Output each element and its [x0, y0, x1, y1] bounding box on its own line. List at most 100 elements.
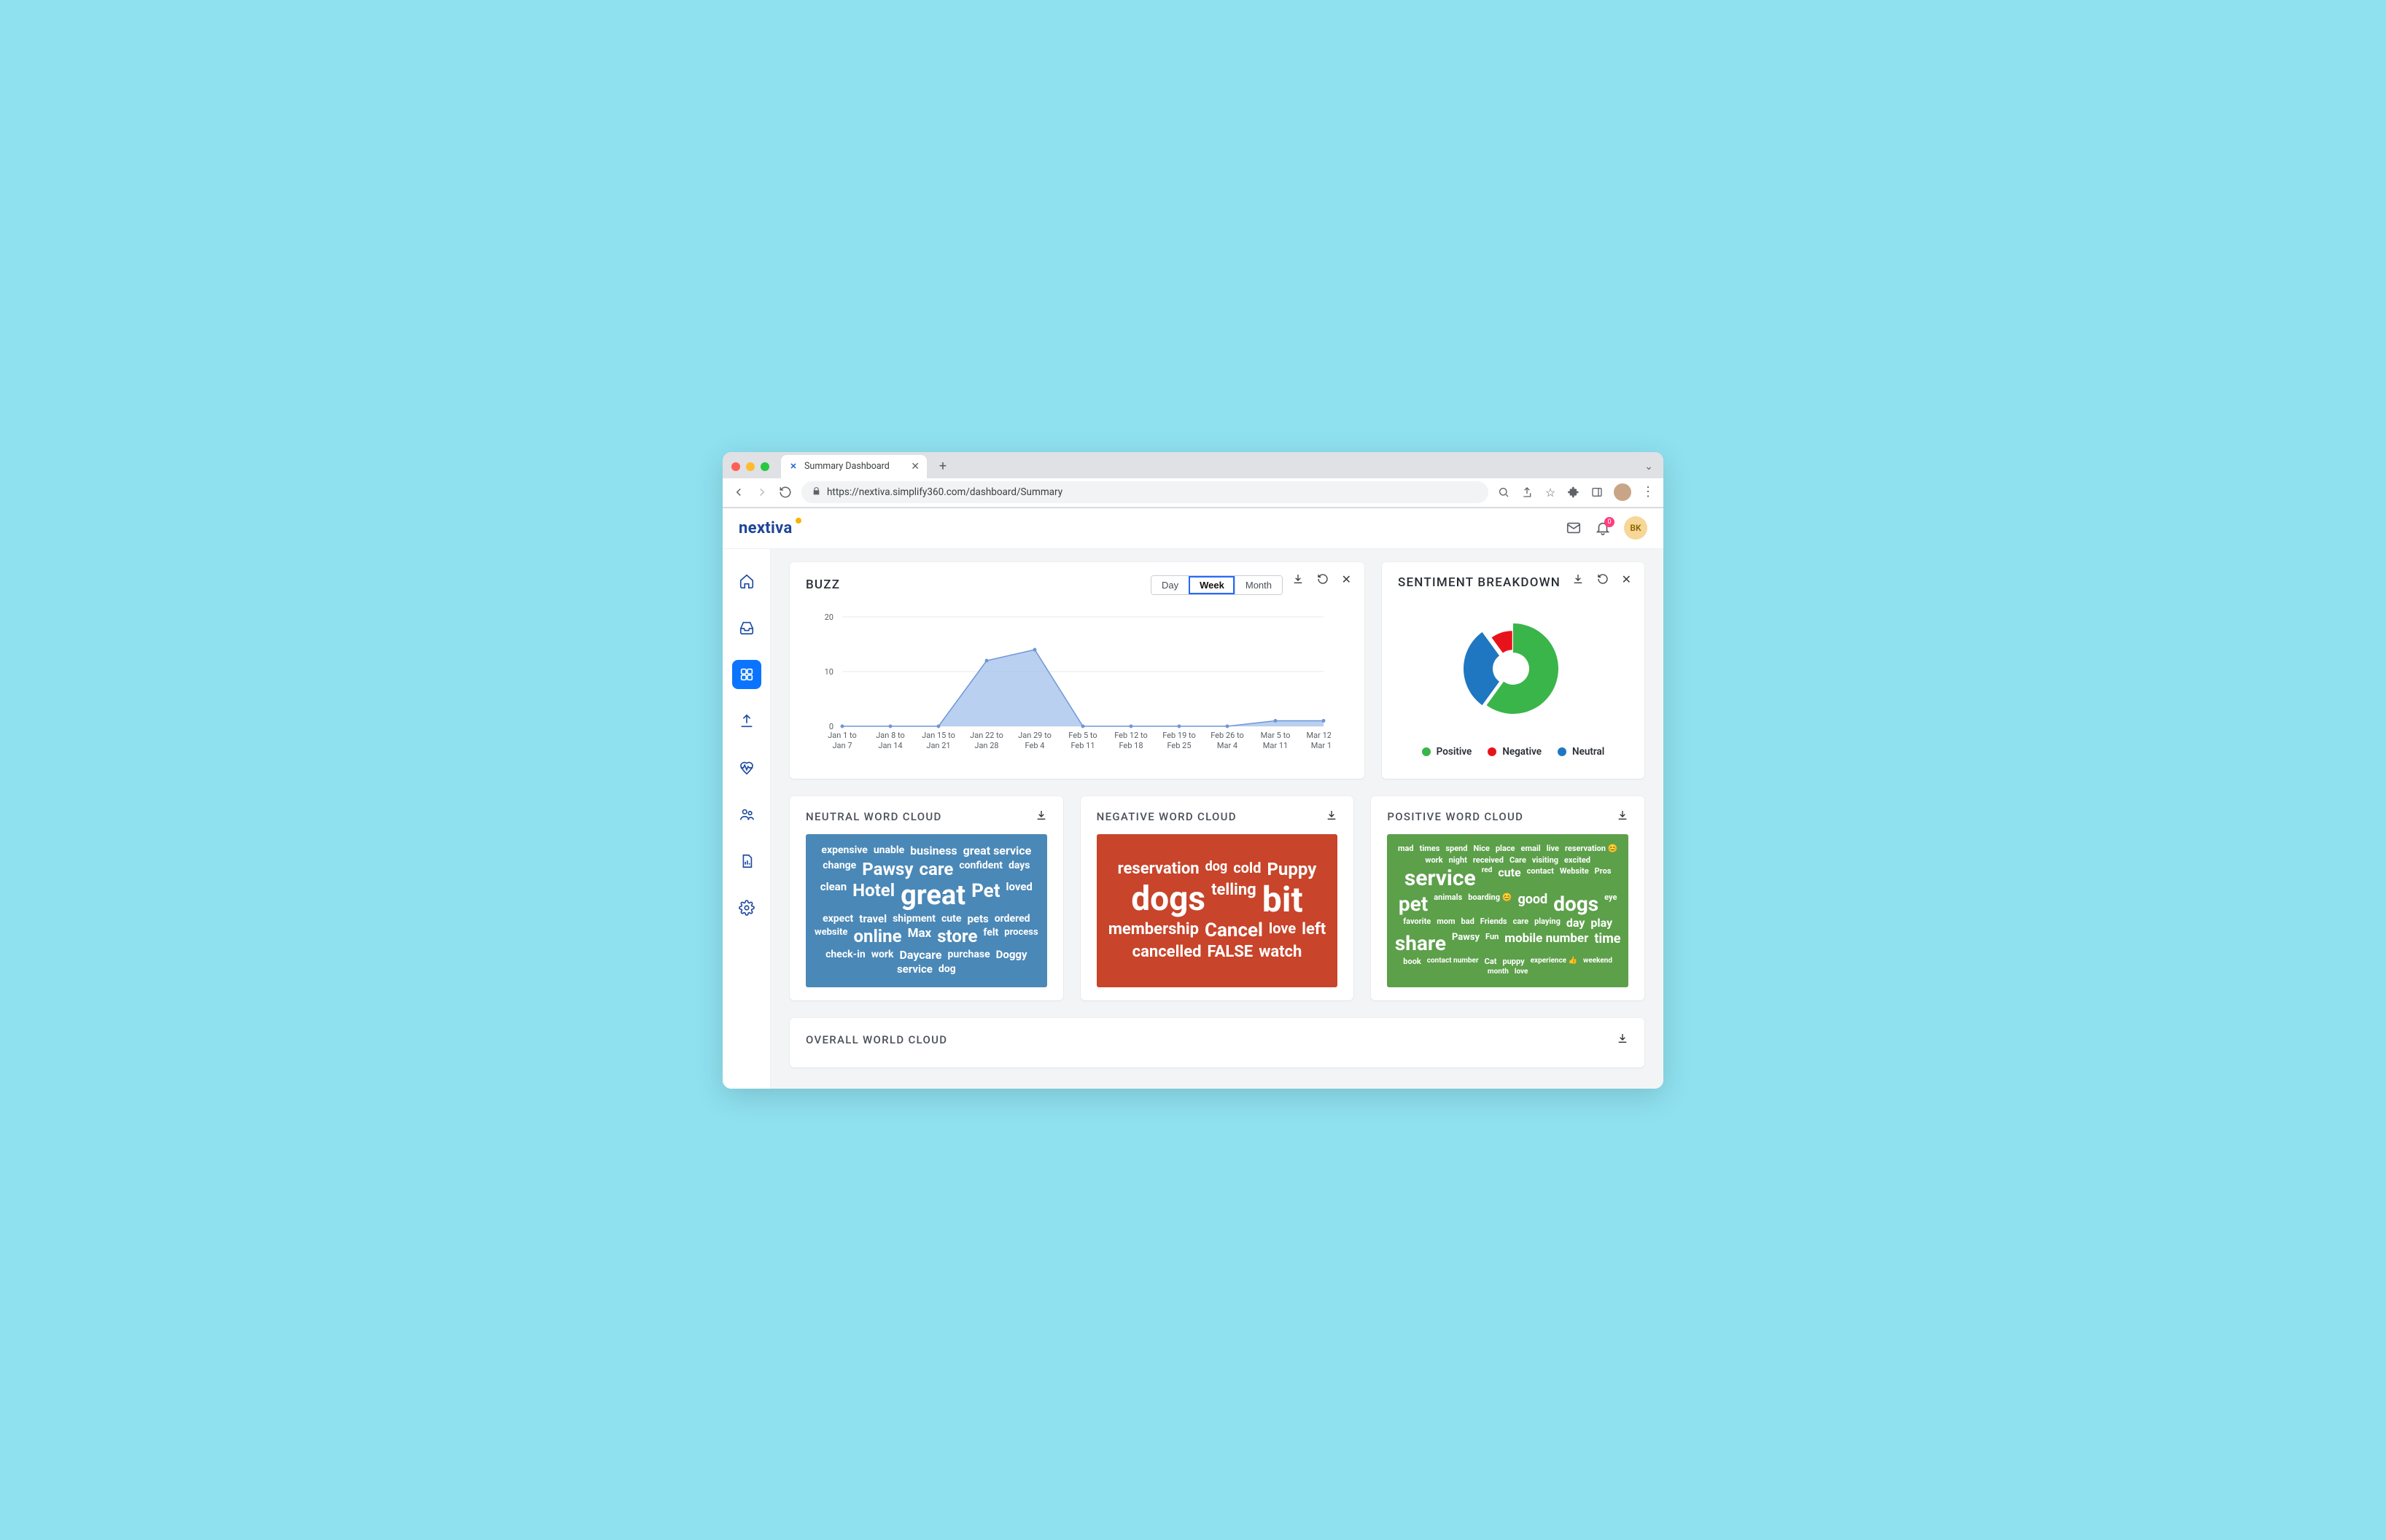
svg-text:Mar 11: Mar 11: [1263, 741, 1288, 750]
window-minimize-icon[interactable]: [746, 462, 755, 471]
share-icon[interactable]: [1520, 486, 1534, 499]
app-header: nextiva 0 BK: [723, 508, 1663, 549]
logo[interactable]: nextiva: [739, 519, 800, 537]
sidepanel-icon[interactable]: [1590, 486, 1604, 499]
download-icon[interactable]: [1572, 572, 1584, 586]
legend-positive: Positive: [1422, 746, 1472, 758]
neutral-cloud-card: NEUTRAL WORD CLOUD expensiveunablebusine…: [790, 796, 1063, 1000]
notification-badge: 0: [1604, 517, 1614, 527]
cloud-word: expect: [823, 914, 853, 925]
download-icon[interactable]: [1617, 1032, 1628, 1047]
cloud-word: Pawsy: [862, 860, 913, 879]
cloud-word: favorite: [1403, 917, 1431, 930]
cloud-word: service: [1404, 867, 1476, 890]
positive-cloud-card: POSITIVE WORD CLOUD madtimesspendNicepla…: [1371, 796, 1644, 1000]
svg-text:Jan 8 to: Jan 8 to: [876, 731, 905, 740]
cloud-word: cancelled: [1132, 944, 1202, 960]
svg-text:Feb 12 to: Feb 12 to: [1114, 731, 1148, 740]
cloud-word: dogs: [1553, 893, 1598, 914]
download-icon[interactable]: [1617, 809, 1628, 824]
extensions-icon[interactable]: [1567, 486, 1580, 499]
svg-text:Jan 21: Jan 21: [926, 741, 950, 750]
mail-icon[interactable]: [1566, 520, 1582, 536]
tabs-overflow-icon[interactable]: ⌄: [1644, 461, 1656, 472]
cloud-word: bit: [1262, 882, 1303, 918]
svg-text:Jan 29 to: Jan 29 to: [1018, 731, 1052, 740]
bell-icon[interactable]: 0: [1595, 520, 1611, 536]
cloud-word: bad: [1461, 917, 1474, 930]
cloud-word: dogs: [1131, 882, 1205, 918]
svg-text:Mar 5 to: Mar 5 to: [1261, 731, 1291, 740]
svg-text:Feb 26 to: Feb 26 to: [1211, 731, 1244, 740]
neutral-cloud-title: NEUTRAL WORD CLOUD: [806, 810, 942, 823]
cloud-word: night: [1449, 856, 1467, 865]
new-tab-button[interactable]: +: [933, 456, 953, 477]
cloud-word: Daycare: [899, 949, 941, 962]
svg-text:20: 20: [825, 612, 833, 622]
sidebar-item-upload[interactable]: [732, 707, 761, 736]
sidebar-item-inbox[interactable]: [732, 613, 761, 642]
tab-strip: ✕ Summary Dashboard ✕ + ⌄: [723, 452, 1663, 478]
zoom-icon[interactable]: [1497, 486, 1510, 499]
close-icon[interactable]: ✕: [1342, 572, 1351, 586]
cloud-word: online: [853, 928, 901, 946]
app-body: BUZZ Day Week Month ✕ 010: [723, 549, 1663, 1089]
sidebar-item-health[interactable]: [732, 753, 761, 782]
browser-tab[interactable]: ✕ Summary Dashboard ✕: [781, 455, 927, 478]
toggle-week[interactable]: Week: [1189, 576, 1235, 594]
nav-reload-icon[interactable]: [778, 485, 793, 499]
close-icon[interactable]: ✕: [1622, 572, 1631, 586]
url-input[interactable]: https://nextiva.simplify360.com/dashboar…: [801, 481, 1488, 503]
lock-icon: [812, 486, 821, 499]
cloud-word: FALSE: [1207, 944, 1253, 960]
refresh-icon[interactable]: [1317, 572, 1329, 586]
toggle-month[interactable]: Month: [1235, 576, 1282, 594]
logo-text: nextiva: [739, 519, 793, 537]
legend-neutral: Neutral: [1558, 746, 1604, 758]
address-bar: https://nextiva.simplify360.com/dashboar…: [723, 478, 1663, 508]
negative-cloud-card: NEGATIVE WORD CLOUD reservationdogcoldPu…: [1081, 796, 1354, 1000]
profile-avatar-icon[interactable]: [1614, 483, 1631, 501]
sidebar-item-dashboard[interactable]: [732, 660, 761, 689]
cloud-word: process: [1004, 928, 1038, 946]
tab-close-icon[interactable]: ✕: [911, 461, 920, 472]
window-close-icon[interactable]: [731, 462, 740, 471]
window-maximize-icon[interactable]: [761, 462, 769, 471]
cloud-word: change: [823, 860, 856, 879]
bookmark-star-icon[interactable]: ☆: [1544, 486, 1557, 499]
user-avatar[interactable]: BK: [1624, 516, 1647, 540]
download-icon[interactable]: [1292, 572, 1304, 586]
cloud-word: Cat: [1485, 957, 1497, 966]
cloud-word: love: [1269, 921, 1296, 941]
download-icon[interactable]: [1035, 809, 1047, 824]
cloud-word: great: [901, 882, 965, 911]
cloud-word: loved: [1006, 882, 1033, 911]
cloud-word: clean: [820, 882, 847, 911]
cloud-word: dog: [939, 964, 956, 976]
sidebar-item-settings[interactable]: [732, 893, 761, 922]
sidebar-item-home[interactable]: [732, 567, 761, 596]
sidebar-item-reports[interactable]: [732, 847, 761, 876]
cloud-word: Hotel: [852, 882, 895, 911]
download-icon[interactable]: [1326, 809, 1337, 824]
cloud-word: mad: [1398, 844, 1414, 853]
cloud-word: live: [1547, 844, 1559, 853]
buzz-title: BUZZ: [806, 578, 840, 592]
cloud-word: days: [1009, 860, 1030, 879]
cloud-word: day: [1566, 917, 1585, 930]
buzz-time-toggle: Day Week Month: [1151, 575, 1283, 595]
window-controls: [731, 462, 769, 471]
cloud-word: weekend: [1583, 957, 1612, 966]
cloud-word: share: [1395, 933, 1446, 954]
browser-menu-icon[interactable]: ⋮: [1641, 486, 1655, 499]
sidebar-item-users[interactable]: [732, 800, 761, 829]
refresh-icon[interactable]: [1597, 572, 1609, 586]
cloud-word: Max: [908, 928, 932, 946]
nav-back-icon[interactable]: [731, 485, 746, 499]
nav-forward-icon: [755, 485, 769, 499]
toggle-day[interactable]: Day: [1151, 576, 1189, 594]
cloud-word: ordered: [995, 914, 1030, 925]
neutral-cloud: expensiveunablebusinessgreat servicechan…: [806, 834, 1047, 987]
overall-cloud-title: OVERALL WORLD CLOUD: [806, 1033, 947, 1046]
cloud-word: Fun: [1485, 933, 1499, 954]
